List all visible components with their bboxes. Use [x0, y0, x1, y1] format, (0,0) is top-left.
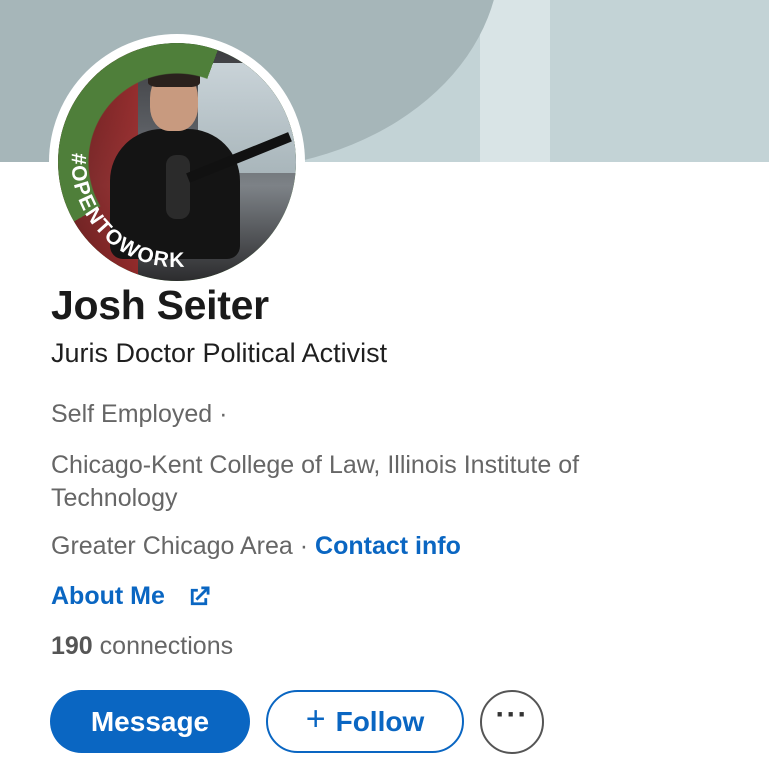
- about-me-label: About Me: [51, 582, 165, 610]
- connections-label: connections: [99, 632, 234, 660]
- profile-employer: Self Employed ·: [51, 400, 228, 428]
- open-to-work-badge: #OPENTOWORK: [66, 153, 186, 272]
- profile-location: Greater Chicago Area ·: [51, 532, 309, 560]
- more-actions-button[interactable]: ···: [480, 690, 544, 754]
- message-button-label: Message: [90, 705, 210, 737]
- profile-card: #OPENTOWORK Josh Seiter Juris Doctor Pol…: [0, 0, 769, 769]
- contact-info-link[interactable]: Contact info: [315, 532, 461, 560]
- connections-number: 190: [51, 632, 93, 660]
- follow-button[interactable]: + Follow: [266, 690, 464, 753]
- about-me-link[interactable]: About Me: [51, 582, 213, 611]
- location-row: Greater Chicago Area · Contact info: [51, 532, 461, 561]
- svg-text:#OPENTOWORK: #OPENTOWORK: [66, 153, 186, 272]
- more-icon: ···: [495, 698, 529, 731]
- profile-school: Chicago-Kent College of Law, Illinois In…: [51, 451, 580, 512]
- profile-headline: Juris Doctor Political Activist: [51, 338, 388, 368]
- connections-count[interactable]: 190 connections: [51, 632, 233, 661]
- message-button[interactable]: Message: [50, 690, 250, 753]
- profile-avatar[interactable]: #OPENTOWORK: [49, 34, 305, 290]
- plus-icon: +: [305, 700, 326, 738]
- profile-name: Josh Seiter: [51, 282, 269, 328]
- external-link-icon: [190, 586, 210, 605]
- follow-button-label: Follow: [335, 705, 425, 737]
